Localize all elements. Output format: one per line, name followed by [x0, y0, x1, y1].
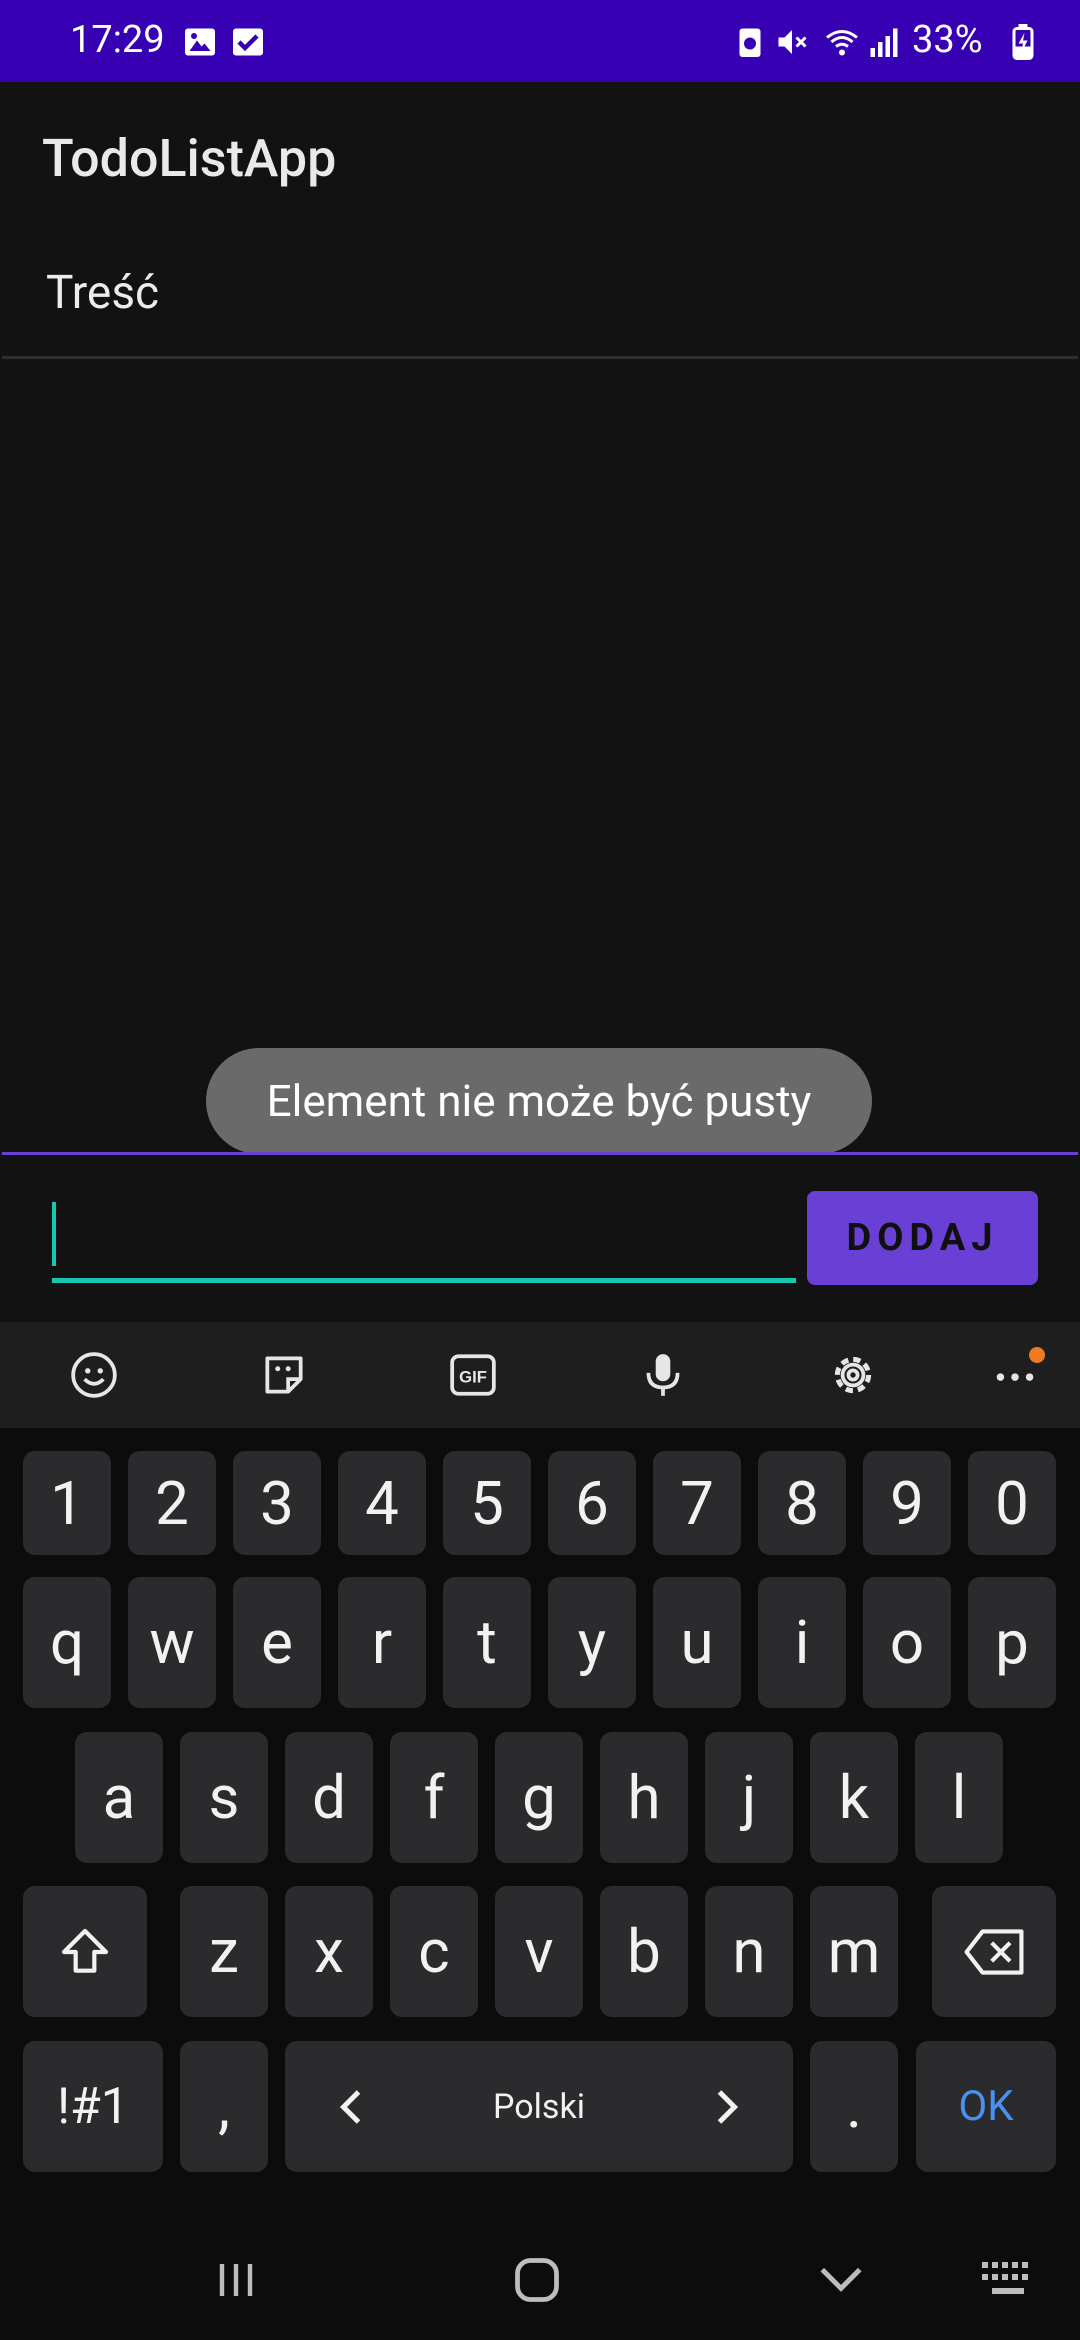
- key-y[interactable]: y: [548, 1577, 636, 1708]
- list-bottom-divider: [2, 1152, 1078, 1155]
- key-m[interactable]: m: [810, 1886, 898, 2017]
- add-button[interactable]: DODAJ: [807, 1191, 1038, 1285]
- battery-charging-icon: [1012, 24, 1034, 60]
- key-v[interactable]: v: [495, 1886, 583, 2017]
- wifi-icon: [826, 30, 858, 56]
- key-o[interactable]: o: [863, 1577, 951, 1708]
- key-i[interactable]: i: [758, 1577, 846, 1708]
- signal-icon: [870, 28, 898, 57]
- home-icon[interactable]: [511, 2254, 563, 2306]
- key-7[interactable]: 7: [653, 1451, 741, 1555]
- key-z[interactable]: z: [180, 1886, 268, 2017]
- app-title: TodoListApp: [42, 128, 337, 189]
- chevron-right-icon: [717, 2089, 739, 2124]
- key-3[interactable]: 3: [233, 1451, 321, 1555]
- key-d[interactable]: d: [285, 1732, 373, 1863]
- microphone-icon[interactable]: [638, 1350, 688, 1400]
- text-cursor: [52, 1202, 56, 1266]
- task-notification-icon: [233, 28, 263, 56]
- gif-icon[interactable]: GIF: [448, 1350, 498, 1400]
- settings-icon[interactable]: [828, 1350, 878, 1400]
- key-u[interactable]: u: [653, 1577, 741, 1708]
- key-l[interactable]: l: [915, 1732, 1003, 1863]
- key-s[interactable]: s: [180, 1732, 268, 1863]
- period-key[interactable]: .: [810, 2041, 898, 2172]
- comma-key[interactable]: ,: [180, 2041, 268, 2172]
- gallery-notification-icon: [185, 28, 215, 56]
- recent-apps-icon[interactable]: [212, 2256, 260, 2304]
- key-2[interactable]: 2: [128, 1451, 216, 1555]
- battery-percentage: 33%: [912, 18, 983, 62]
- key-r[interactable]: r: [338, 1577, 426, 1708]
- todo-input[interactable]: [52, 1190, 796, 1282]
- shift-key[interactable]: [23, 1886, 147, 2017]
- space-key[interactable]: Polski: [285, 2041, 793, 2172]
- todo-list[interactable]: [0, 360, 1080, 1152]
- notification-dot: [1029, 1347, 1045, 1363]
- chevron-left-icon: [339, 2089, 361, 2124]
- key-g[interactable]: g: [495, 1732, 583, 1863]
- key-h[interactable]: h: [600, 1732, 688, 1863]
- language-label: Polski: [493, 2086, 585, 2127]
- key-6[interactable]: 6: [548, 1451, 636, 1555]
- toast-message: Element nie może być pusty: [206, 1048, 872, 1154]
- backspace-key[interactable]: [932, 1886, 1056, 2017]
- emoji-icon[interactable]: [69, 1350, 119, 1400]
- key-t[interactable]: t: [443, 1577, 531, 1708]
- shift-icon: [61, 1928, 109, 1973]
- key-5[interactable]: 5: [443, 1451, 531, 1555]
- key-e[interactable]: e: [233, 1577, 321, 1708]
- battery-saver-icon: [739, 28, 761, 57]
- key-q[interactable]: q: [23, 1577, 111, 1708]
- key-b[interactable]: b: [600, 1886, 688, 2017]
- backspace-icon: [964, 1928, 1024, 1975]
- key-a[interactable]: a: [75, 1732, 163, 1863]
- sticker-icon[interactable]: [259, 1350, 309, 1400]
- svg-text:GIF: GIF: [459, 1367, 487, 1386]
- key-n[interactable]: n: [705, 1886, 793, 2017]
- key-k[interactable]: k: [810, 1732, 898, 1863]
- keyboard-toolbar: [0, 1322, 1080, 1428]
- key-1[interactable]: 1: [23, 1451, 111, 1555]
- back-icon[interactable]: [816, 2262, 866, 2298]
- key-f[interactable]: f: [390, 1732, 478, 1863]
- list-header: Treść: [46, 266, 160, 320]
- key-4[interactable]: 4: [338, 1451, 426, 1555]
- key-w[interactable]: w: [128, 1577, 216, 1708]
- input-underline: [52, 1278, 796, 1283]
- ok-key[interactable]: OK: [916, 2041, 1056, 2172]
- keyboard-switch-icon[interactable]: [980, 2258, 1036, 2302]
- key-0[interactable]: 0: [968, 1451, 1056, 1555]
- key-j[interactable]: j: [705, 1732, 793, 1863]
- key-8[interactable]: 8: [758, 1451, 846, 1555]
- symbols-key[interactable]: !#1: [23, 2041, 163, 2172]
- key-9[interactable]: 9: [863, 1451, 951, 1555]
- status-time: 17:29: [70, 18, 165, 62]
- key-x[interactable]: x: [285, 1886, 373, 2017]
- key-c[interactable]: c: [390, 1886, 478, 2017]
- header-divider: [2, 356, 1078, 359]
- key-p[interactable]: p: [968, 1577, 1056, 1708]
- mute-icon: [778, 30, 807, 54]
